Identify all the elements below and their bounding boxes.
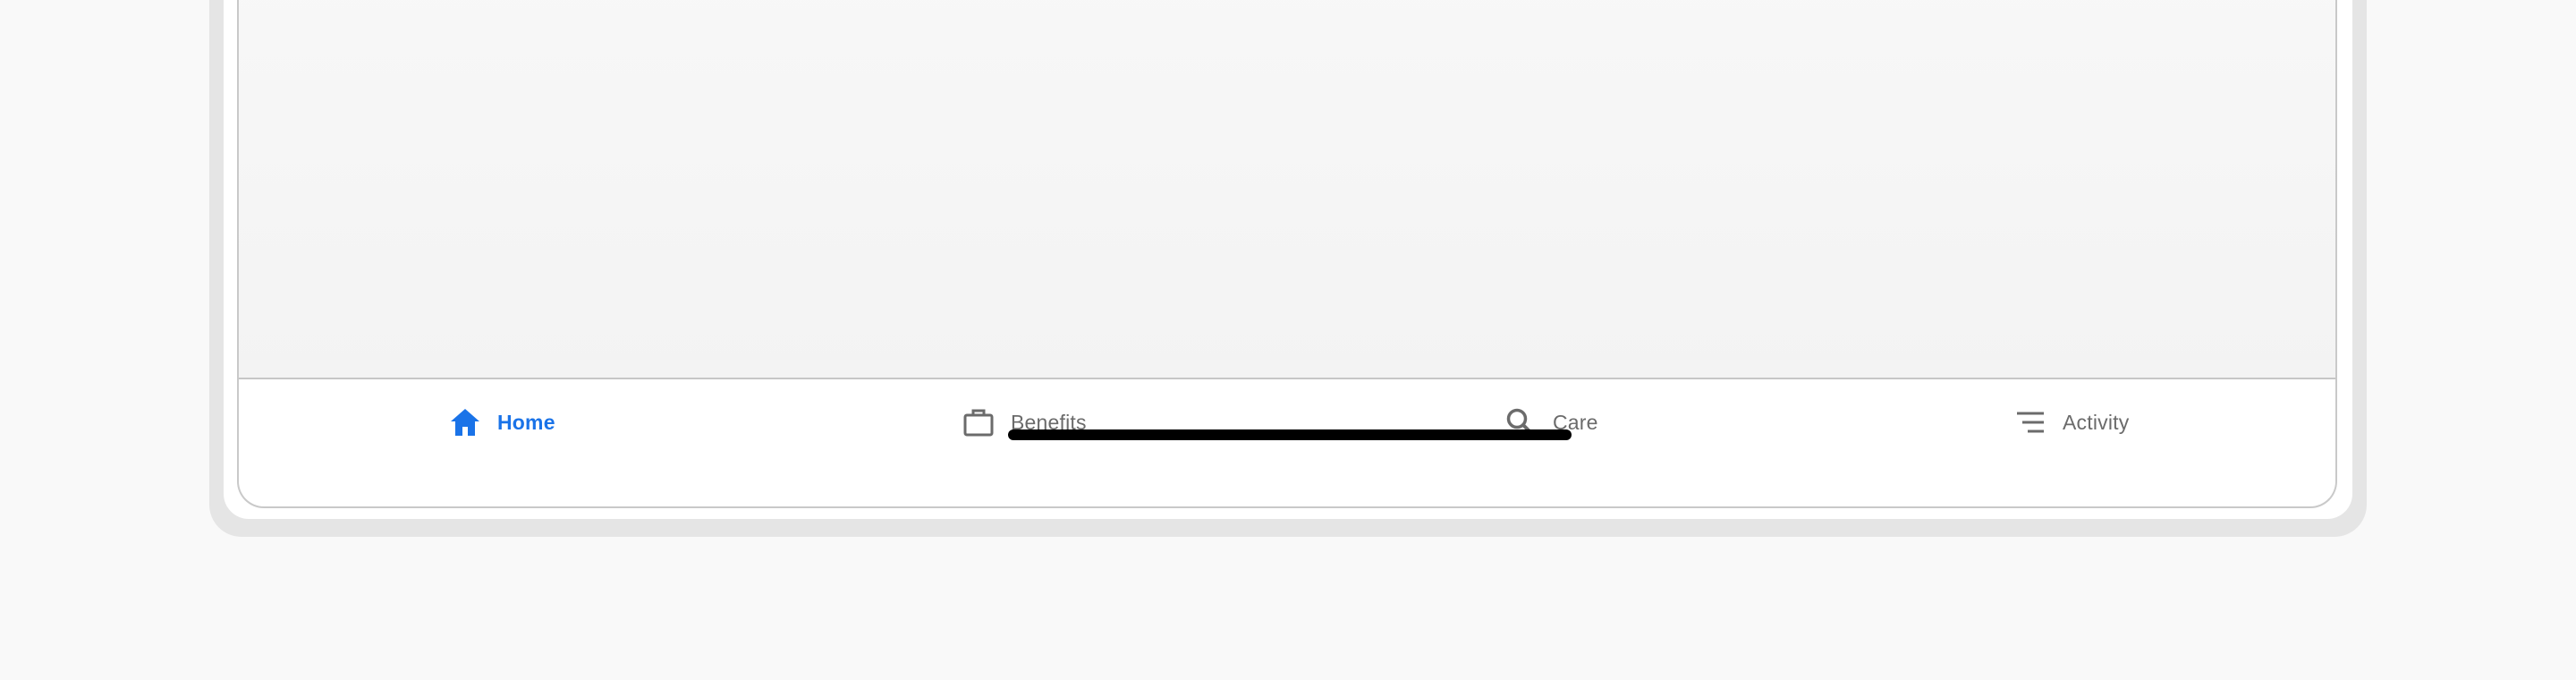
bottom-tab-bar: Home Benefits Care Activity <box>239 379 2335 465</box>
app-screen: Home Benefits Care Activity <box>237 0 2337 508</box>
tab-benefits[interactable]: Benefits <box>961 379 1087 465</box>
tab-care[interactable]: Care <box>1503 379 1598 465</box>
sort-lines-icon <box>2012 404 2048 440</box>
briefcase-icon <box>961 404 996 440</box>
main-content-area <box>239 0 2335 379</box>
home-indicator-bar[interactable] <box>1008 429 1572 440</box>
tab-home-label: Home <box>497 410 555 434</box>
tab-home[interactable]: Home <box>447 379 555 465</box>
home-icon <box>447 404 483 440</box>
tab-activity[interactable]: Activity <box>2012 379 2129 465</box>
tab-activity-label: Activity <box>2063 410 2130 434</box>
